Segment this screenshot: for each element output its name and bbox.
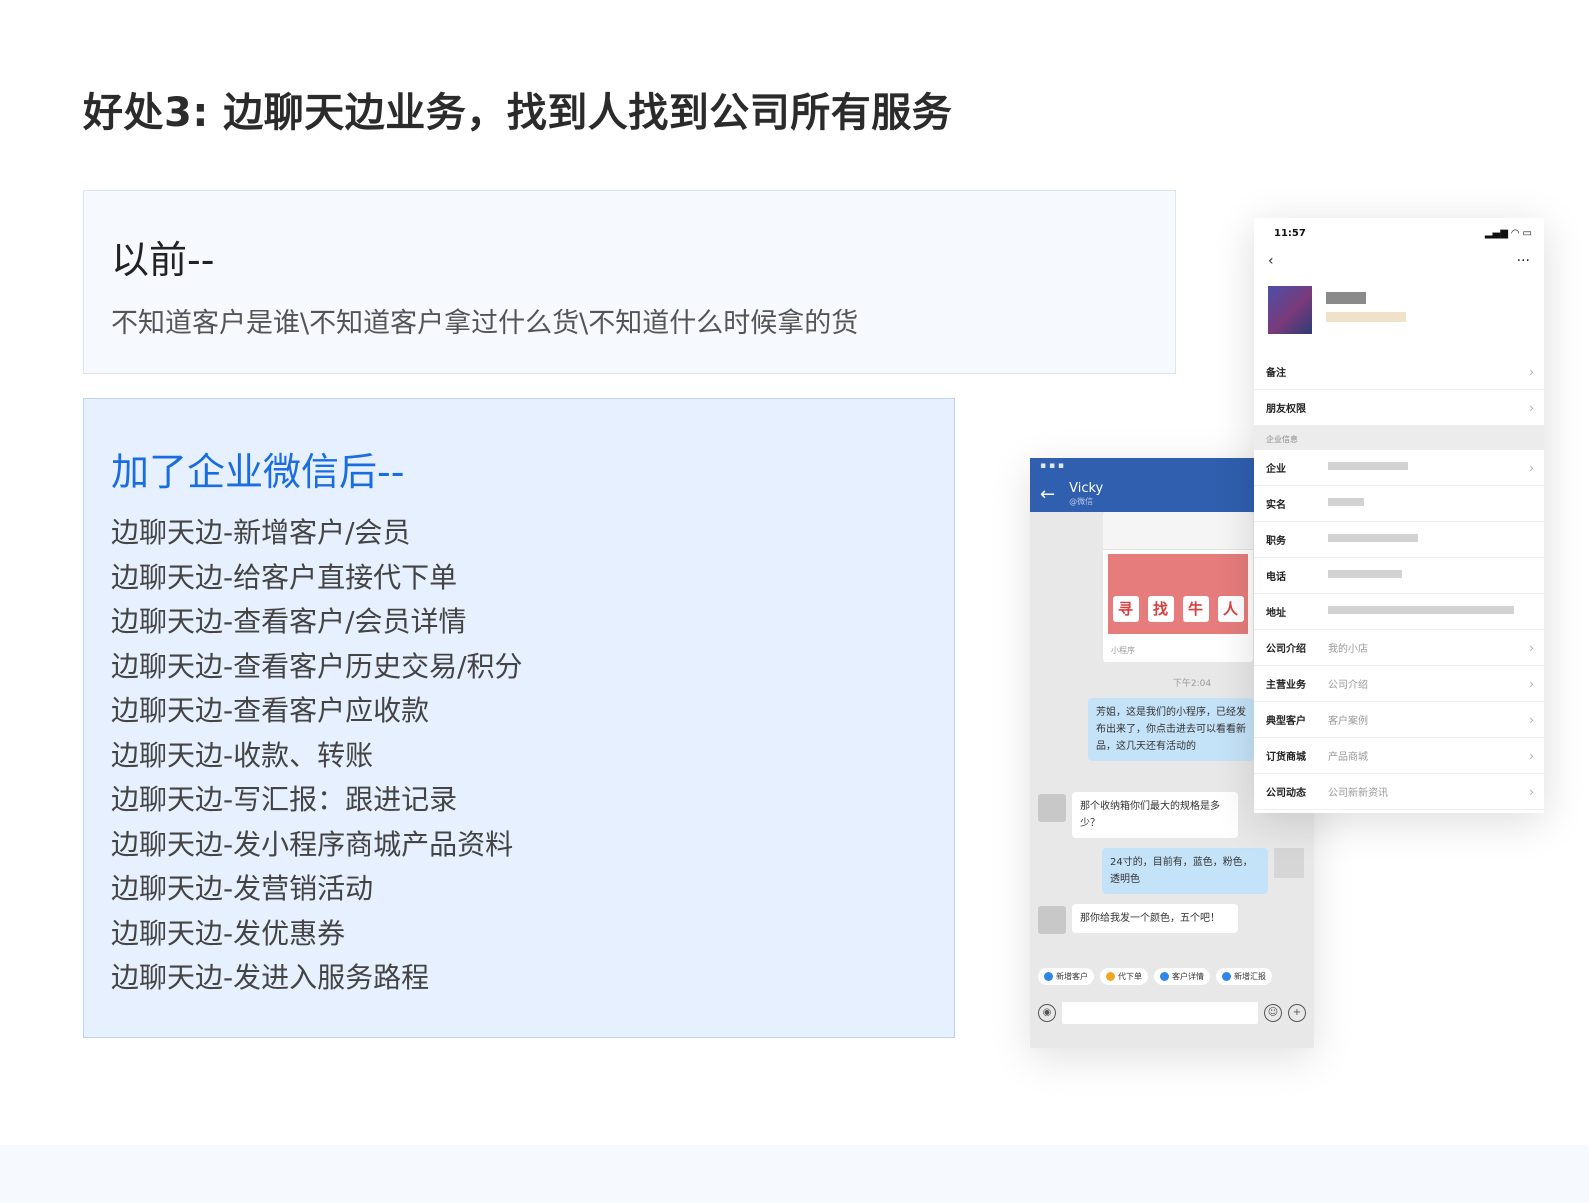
back-arrow-icon[interactable]: ← — [1040, 484, 1055, 505]
profile-row-news[interactable]: 公司动态 公司新新资讯 › — [1254, 774, 1544, 810]
profile-phone-screenshot: 11:57 ▂▄▆ ◠ ▭ ‹ ··· 备注 › 朋友权限 › 企业信息 企业 › 实… — [1254, 218, 1544, 813]
quick-add-report-button[interactable]: 新增汇报 — [1216, 968, 1272, 985]
blurred-value — [1328, 606, 1514, 614]
benefit-item: 边聊天边-查看客户应收款 — [111, 694, 430, 727]
benefit-item: 边聊天边-给客户直接代下单 — [111, 560, 458, 594]
mini-program-card[interactable]: 寻 找 牛 人 小程序 — [1103, 512, 1253, 662]
profile-section-label: 企业信息 — [1254, 426, 1544, 450]
chevron-right-icon: › — [1529, 460, 1534, 475]
benefit-item: 边聊天边-新增客户/会员 — [111, 516, 411, 549]
profile-row-mall[interactable]: 订货商城 产品商城 › — [1254, 738, 1544, 774]
page-title: 好处3: 边聊天边业务，找到人找到公司所有服务 — [83, 90, 953, 136]
chat-contact: Vicky @微信 — [1069, 480, 1104, 507]
quick-action-dot-icon — [1222, 972, 1231, 981]
mini-card-banner: 寻 找 牛 人 — [1108, 554, 1248, 634]
self-avatar — [1274, 848, 1304, 878]
quick-action-dot-icon — [1044, 972, 1053, 981]
blurred-value — [1328, 498, 1364, 506]
benefit-item: 边聊天边-收款、转账 — [111, 738, 374, 772]
profile-sub-blurred — [1326, 312, 1406, 322]
quick-action-dot-icon — [1106, 972, 1115, 981]
profile-header — [1254, 274, 1544, 354]
blurred-value — [1328, 462, 1408, 470]
chat-input-bar: ◉ ☺ + — [1030, 998, 1314, 1028]
emoji-icon[interactable]: ☺ — [1264, 1004, 1282, 1022]
chat-bubble-received: 那个收纳箱你们最大的规格是多少？ — [1072, 792, 1238, 838]
quick-action-bar: 新增客户 代下单 客户详情 新增汇报 — [1030, 968, 1314, 985]
banner-char: 牛 — [1182, 596, 1209, 622]
quick-customer-detail-button[interactable]: 客户详情 — [1154, 968, 1210, 985]
chat-bubble-received: 那你给我发一个颜色，五个吧！ — [1072, 904, 1238, 933]
chat-contact-sub: @微信 — [1069, 496, 1094, 506]
mini-card-tag: 小程序 — [1111, 646, 1135, 655]
chevron-right-icon: › — [1529, 400, 1534, 415]
quick-action-dot-icon — [1160, 972, 1169, 981]
status-time: 11:57 — [1274, 227, 1306, 239]
profile-row-permission[interactable]: 朋友权限 › — [1254, 390, 1544, 426]
banner-char: 寻 — [1112, 596, 1139, 622]
plus-icon[interactable]: + — [1288, 1004, 1306, 1022]
contact-avatar — [1038, 906, 1066, 934]
benefit-item: 边聊天边-发小程序商城产品资料 — [111, 827, 514, 861]
banner-char: 找 — [1147, 596, 1174, 622]
profile-row-address: 地址 — [1254, 594, 1544, 630]
footer-band — [0, 1145, 1589, 1203]
back-chevron-icon[interactable]: ‹ — [1268, 253, 1274, 269]
profile-row-remark[interactable]: 备注 › — [1254, 354, 1544, 390]
profile-row-company[interactable]: 企业 › — [1254, 450, 1544, 486]
mini-card-header — [1103, 512, 1253, 550]
profile-row-business[interactable]: 主营业务 公司介绍 › — [1254, 666, 1544, 702]
after-heading: 加了企业微信后-- — [111, 450, 405, 494]
signal-battery-icon: ▂▄▆ ◠ ▭ — [1484, 227, 1532, 239]
benefit-list: 边聊天边-新增客户/会员 边聊天边-给客户直接代下单 边聊天边-查看客户/会员详… — [111, 511, 523, 1001]
profile-name-blurred — [1326, 292, 1366, 304]
chevron-right-icon: › — [1529, 748, 1534, 763]
profile-row-phone: 电话 — [1254, 558, 1544, 594]
chevron-right-icon: › — [1529, 712, 1534, 727]
voice-icon[interactable]: ◉ — [1038, 1004, 1056, 1022]
profile-avatar — [1268, 286, 1312, 334]
blurred-value — [1328, 570, 1402, 578]
chevron-right-icon: › — [1529, 640, 1534, 655]
profile-row-intro[interactable]: 公司介绍 我的小店 › — [1254, 630, 1544, 666]
chat-bubble-sent: 芳姐，这是我们的小程序，已经发布出来了，你点击进去可以看看新品，这几天还有活动的 — [1088, 698, 1254, 761]
blurred-value — [1328, 534, 1418, 542]
profile-status-bar: 11:57 ▂▄▆ ◠ ▭ — [1254, 218, 1544, 248]
benefit-item: 边聊天边-发进入服务路程 — [111, 961, 430, 994]
before-section: 以前-- 不知道客户是谁\不知道客户拿过什么货\不知道什么时候拿的货 — [83, 190, 1176, 374]
profile-row-realname: 实名 — [1254, 486, 1544, 522]
benefit-item: 边聊天边-发营销活动 — [111, 872, 374, 905]
before-text: 不知道客户是谁\不知道客户拿过什么货\不知道什么时候拿的货 — [111, 308, 859, 339]
profile-row-cases[interactable]: 典型客户 客户案例 › — [1254, 702, 1544, 738]
benefit-item: 边聊天边-写汇报：跟进记录 — [111, 783, 458, 816]
banner-char: 人 — [1217, 596, 1244, 622]
chevron-right-icon: › — [1529, 784, 1534, 799]
quick-add-customer-button[interactable]: 新增客户 — [1038, 968, 1094, 985]
benefit-item: 边聊天边-发优惠券 — [111, 916, 346, 950]
chat-bubble-sent: 24寸的，目前有，蓝色，粉色，透明色 — [1102, 848, 1268, 894]
before-heading: 以前-- — [111, 238, 215, 282]
profile-row-position: 职务 — [1254, 522, 1544, 558]
chat-contact-name: Vicky — [1069, 480, 1104, 496]
benefit-item: 边聊天边-查看客户历史交易/积分 — [111, 649, 523, 683]
more-icon[interactable]: ··· — [1517, 253, 1530, 269]
chevron-right-icon: › — [1529, 364, 1534, 379]
benefit-item: 边聊天边-查看客户/会员详情 — [111, 605, 467, 638]
chat-message-input[interactable] — [1062, 1002, 1258, 1024]
quick-place-order-button[interactable]: 代下单 — [1100, 968, 1148, 985]
after-section: 加了企业微信后-- 边聊天边-新增客户/会员 边聊天边-给客户直接代下单 边聊天… — [83, 398, 955, 1038]
profile-nav-bar: ‹ ··· — [1254, 248, 1544, 274]
contact-avatar — [1038, 794, 1066, 822]
chevron-right-icon: › — [1529, 676, 1534, 691]
